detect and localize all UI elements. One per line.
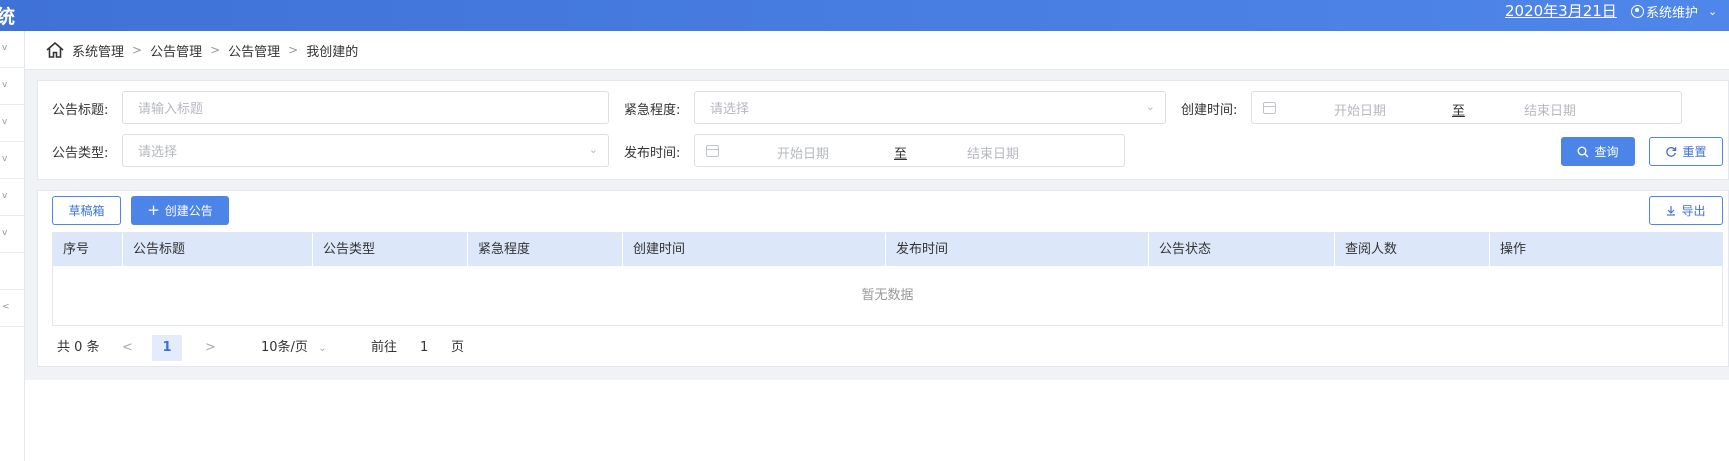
sidebar-item[interactable]: v	[0, 31, 24, 68]
chevron-right-icon: >	[210, 43, 221, 57]
chevron-down-icon: v	[2, 43, 8, 53]
goto-suffix: 页	[451, 340, 465, 355]
user-menu[interactable]: 系统维护 ⌄	[1631, 2, 1717, 21]
title-input[interactable]: 请输入标题	[122, 91, 609, 124]
breadcrumb-item[interactable]: 公告管理	[150, 41, 202, 60]
sidebar: v v v v v v <	[0, 31, 25, 461]
page-size-value: 10条/页	[261, 340, 308, 355]
reset-label: 重置	[1682, 145, 1707, 159]
export-button[interactable]: 导出	[1649, 196, 1723, 225]
chevron-down-icon: ⌄	[318, 343, 327, 354]
breadcrumb-item[interactable]: 系统管理	[72, 41, 124, 60]
type-label: 公告类型:	[52, 146, 109, 161]
goto-page-input[interactable]: 1	[420, 336, 428, 360]
type-select[interactable]: 请选择 ⌄	[122, 134, 609, 167]
column-header[interactable]: 公告类型	[313, 233, 468, 266]
home-icon[interactable]	[46, 42, 64, 58]
column-header[interactable]: 查阅人数	[1335, 233, 1490, 266]
chevron-right-icon: >	[132, 43, 143, 57]
publish-start[interactable]: 开始日期	[777, 143, 829, 162]
column-header[interactable]: 公告状态	[1149, 233, 1335, 266]
urgency-select[interactable]: 请选择 ⌄	[694, 91, 1166, 124]
publish-to: 至	[894, 147, 908, 162]
title-placeholder: 请输入标题	[138, 102, 204, 117]
sidebar-item[interactable]: v	[0, 68, 24, 105]
reset-button[interactable]: 重置	[1649, 137, 1723, 166]
sidebar-item[interactable]: v	[0, 142, 24, 179]
urgency-placeholder: 请选择	[710, 102, 750, 117]
created-start[interactable]: 开始日期	[1334, 100, 1386, 119]
goto-prefix: 前往	[371, 340, 398, 355]
title-label: 公告标题:	[52, 103, 109, 118]
plus-icon: +	[147, 201, 160, 219]
breadcrumb: 系统管理 > 公告管理 > 公告管理 > 我创建的	[25, 31, 1729, 70]
chevron-left-icon: <	[2, 302, 10, 312]
column-header[interactable]: 公告标题	[123, 233, 313, 266]
table-header: 序号 公告标题 公告类型 紧急程度 创建时间 发布时间 公告状态 查阅人数 操作	[53, 233, 1722, 266]
sidebar-item[interactable]: v	[0, 105, 24, 142]
publish-time-label: 发布时间:	[624, 146, 681, 161]
chevron-down-icon: v	[2, 154, 8, 164]
column-header[interactable]: 紧急程度	[468, 233, 623, 266]
chevron-right-icon: >	[288, 43, 299, 57]
chevron-down-icon: v	[2, 191, 8, 201]
search-icon	[1577, 146, 1589, 157]
query-label: 查询	[1594, 145, 1619, 159]
sidebar-item[interactable]: v	[0, 216, 24, 253]
created-date-range[interactable]: 开始日期 至 结束日期	[1251, 91, 1682, 124]
sidebar-item[interactable]	[0, 253, 24, 290]
drafts-button[interactable]: 草稿箱	[52, 196, 121, 225]
empty-state: 暂无数据	[861, 288, 914, 303]
sidebar-item[interactable]: v	[0, 179, 24, 216]
urgency-label: 紧急程度:	[624, 103, 681, 118]
drafts-label: 草稿箱	[68, 204, 105, 218]
chevron-down-icon: v	[2, 80, 8, 90]
chevron-down-icon: ⌄	[1145, 100, 1155, 113]
announcement-table: 序号 公告标题 公告类型 紧急程度 创建时间 发布时间 公告状态 查阅人数 操作…	[52, 232, 1723, 326]
type-placeholder: 请选择	[138, 145, 178, 160]
sidebar-item[interactable]: <	[0, 290, 24, 327]
column-header[interactable]: 创建时间	[623, 233, 886, 266]
create-announcement-button[interactable]: + 创建公告	[131, 196, 229, 225]
chevron-down-icon: v	[2, 228, 8, 238]
calendar-icon	[706, 145, 719, 157]
calendar-icon	[1263, 102, 1276, 114]
refresh-icon	[1666, 146, 1677, 157]
chevron-down-icon: ⌄	[1708, 5, 1718, 18]
app-title: 统	[0, 6, 16, 28]
next-page-icon[interactable]: >	[205, 336, 216, 360]
user-circle-icon	[1631, 5, 1644, 18]
export-label: 导出	[1681, 204, 1706, 218]
page-size-select[interactable]: 10条/页 ⌄	[261, 336, 326, 360]
breadcrumb-current: 我创建的	[306, 44, 359, 60]
query-button[interactable]: 查询	[1561, 137, 1635, 166]
column-header[interactable]: 操作	[1490, 233, 1722, 266]
breadcrumb-item[interactable]: 公告管理	[228, 41, 280, 60]
publish-end[interactable]: 结束日期	[967, 143, 1019, 162]
pagination-total: 共 0 条	[57, 340, 100, 355]
download-icon	[1667, 206, 1676, 216]
create-label: 创建公告	[164, 204, 213, 218]
created-to: 至	[1452, 104, 1466, 119]
column-header[interactable]: 序号	[53, 233, 123, 266]
created-end[interactable]: 结束日期	[1524, 100, 1576, 119]
chevron-down-icon: v	[2, 117, 8, 127]
top-bar: 统 2020年3月21日 系统维护 ⌄	[0, 0, 1729, 31]
chevron-down-icon: ⌄	[588, 143, 598, 156]
user-name: 系统维护	[1646, 6, 1699, 21]
page-number-current[interactable]: 1	[152, 335, 182, 361]
publish-date-range[interactable]: 开始日期 至 结束日期	[694, 134, 1125, 167]
date-link[interactable]: 2020年3月21日	[1505, 0, 1617, 21]
created-time-label: 创建时间:	[1181, 103, 1238, 118]
column-header[interactable]: 发布时间	[886, 233, 1149, 266]
prev-page-icon[interactable]: <	[122, 336, 133, 360]
